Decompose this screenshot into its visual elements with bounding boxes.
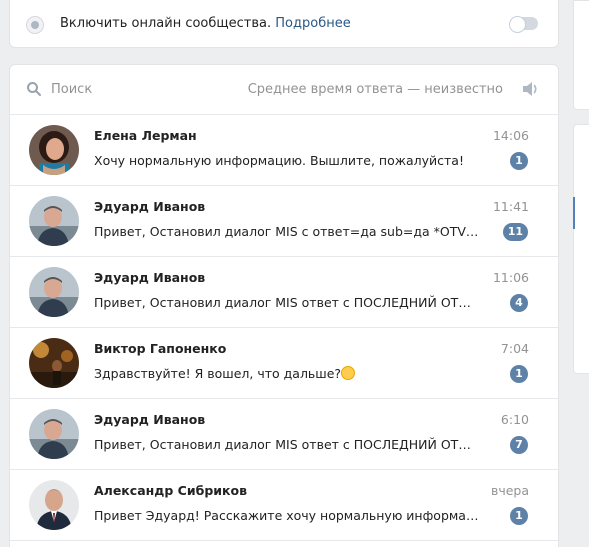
dialog-row[interactable]: Эдуард Иванов 6:10 Привет, Остановил диа… <box>10 399 558 470</box>
dialog-time: вчера <box>490 483 529 498</box>
dialog-name: Виктор Гапоненко <box>94 341 227 356</box>
online-community-banner: Включить онлайн сообщества. Подробнее <box>9 0 559 48</box>
active-menu-marker <box>573 197 575 229</box>
smile-emoji-icon <box>341 366 356 380</box>
response-time-text: Среднее время ответа — неизвестно <box>247 82 503 97</box>
banner-label: Включить онлайн сообщества. <box>60 16 272 31</box>
dialog-row[interactable]: Виктор Гапоненко 7:04 Здравствуйте! Я во… <box>10 328 558 399</box>
dialog-message: Здравствуйте! Я вошел, что дальше? <box>94 366 479 381</box>
status-dot-icon <box>26 16 44 34</box>
dialog-message: Привет, Остановил диалог MIS ответ с ПОС… <box>94 437 479 452</box>
unread-badge: 4 <box>510 294 528 312</box>
dialog-time: 11:06 <box>492 270 529 285</box>
avatar <box>29 338 79 388</box>
avatar <box>29 409 79 459</box>
dialogs-panel: Поиск Среднее время ответа — неизвестно … <box>9 64 559 547</box>
avatar <box>29 196 79 246</box>
dialog-name: Александр Сибриков <box>94 483 248 498</box>
more-info-link[interactable]: Подробнее <box>275 16 350 31</box>
dialog-time: 7:04 <box>500 341 529 356</box>
unread-badge: 1 <box>510 152 528 170</box>
online-toggle[interactable] <box>509 16 538 33</box>
search-bar: Поиск Среднее время ответа — неизвестно <box>10 65 558 115</box>
avatar <box>29 267 79 317</box>
avatar <box>29 480 79 530</box>
dialog-row[interactable]: Александр Сибриков вчера Привет Эдуард! … <box>10 470 558 541</box>
sound-icon[interactable] <box>522 81 540 97</box>
dialog-message: Привет, Остановил диалог MIS ответ с ПОС… <box>94 295 479 310</box>
dialog-name: Эдуард Иванов <box>94 412 206 427</box>
dialog-message: Привет, Остановил диалог MIS с ответ=да … <box>94 224 479 239</box>
unread-badge: 7 <box>510 436 528 454</box>
dialog-time: 6:10 <box>500 412 529 427</box>
dialog-time: 14:06 <box>492 128 529 143</box>
dialog-message-text: Здравствуйте! Я вошел, что дальше? <box>94 366 342 381</box>
unread-badge: 11 <box>502 223 528 241</box>
dialog-time: 11:41 <box>492 199 529 214</box>
unread-badge: 1 <box>510 507 528 525</box>
unread-badge: 1 <box>510 365 528 383</box>
dialog-name: Эдуард Иванов <box>94 270 206 285</box>
right-panel-top <box>573 0 589 110</box>
dialog-name: Елена Лерман <box>94 128 197 143</box>
dialog-message: Хочу нормальную информацию. Вышлите, пож… <box>94 153 464 168</box>
dialog-row[interactable]: Эдуард Иванов 11:41 Привет, Остановил ди… <box>10 186 558 257</box>
dialog-name: Эдуард Иванов <box>94 199 206 214</box>
right-panel-menu <box>573 124 589 374</box>
avatar <box>29 125 79 175</box>
dialog-row[interactable]: Эдуард Иванов 11:06 Привет, Остановил ди… <box>10 257 558 328</box>
search-input[interactable]: Поиск <box>51 82 92 97</box>
dialog-message: Привет Эдуард! Расскажите хочу нормальну… <box>94 508 479 523</box>
banner-text: Включить онлайн сообщества. Подробнее <box>60 16 351 31</box>
search-icon <box>27 82 41 96</box>
dialog-row[interactable]: Елена Лерман 14:06 Хочу нормальную инфор… <box>10 115 558 186</box>
